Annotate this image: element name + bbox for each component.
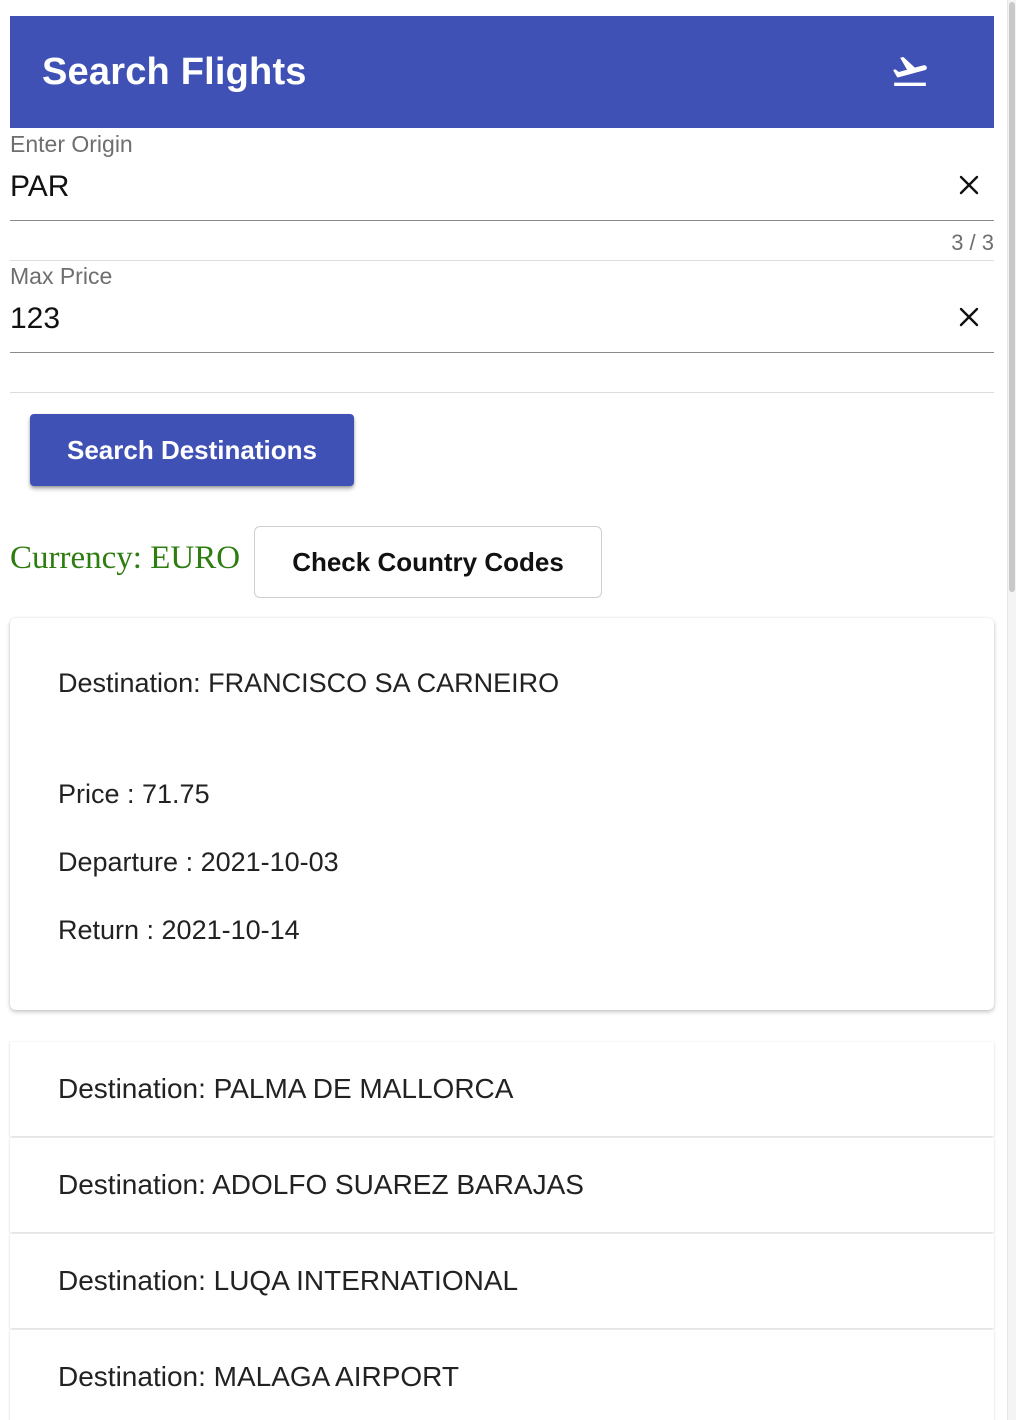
price-field: Max Price	[10, 262, 994, 353]
list-item[interactable]: Destination: LUQA INTERNATIONAL	[10, 1234, 994, 1328]
results-list: Destination: PALMA DE MALLORCA Destinati…	[10, 1042, 994, 1420]
expanded-result-card[interactable]: Destination: FRANCISCO SA CARNEIRO Price…	[10, 618, 994, 1010]
result-return: Return : 2021-10-14	[58, 915, 300, 945]
price-divider	[10, 392, 994, 393]
origin-divider	[10, 260, 994, 261]
scrollbar-thumb[interactable]	[1009, 2, 1015, 592]
currency-label: Currency: EURO	[10, 540, 241, 576]
app-bar: Search Flights	[10, 16, 994, 128]
list-item[interactable]: Destination: ADOLFO SUAREZ BARAJAS	[10, 1138, 994, 1232]
origin-field: Enter Origin 3 / 3	[10, 130, 994, 255]
origin-input-row	[10, 158, 994, 221]
price-input-row	[10, 290, 994, 353]
check-country-codes-button[interactable]: Check Country Codes	[254, 526, 602, 598]
origin-char-counter: 3 / 3	[951, 230, 994, 255]
origin-input[interactable]	[10, 165, 910, 209]
origin-label: Enter Origin	[10, 131, 133, 157]
clear-origin-button[interactable]	[954, 170, 984, 200]
close-icon	[959, 175, 979, 195]
price-input[interactable]	[10, 297, 910, 341]
search-destinations-button[interactable]: Search Destinations	[30, 414, 354, 486]
flight-takeoff-icon[interactable]	[888, 51, 932, 91]
list-item[interactable]: Destination: PALMA DE MALLORCA	[10, 1042, 994, 1136]
scrollbar[interactable]	[1007, 0, 1016, 1420]
result-departure: Departure : 2021-10-03	[58, 847, 339, 877]
close-icon	[959, 307, 979, 327]
list-item[interactable]: Destination: MALAGA AIRPORT	[10, 1330, 994, 1420]
result-price: Price : 71.75	[58, 779, 210, 809]
page: Search Flights Enter Origin 3 / 3 Max Pr…	[0, 0, 1016, 1420]
clear-price-button[interactable]	[954, 302, 984, 332]
page-title: Search Flights	[42, 50, 307, 93]
result-destination: Destination: FRANCISCO SA CARNEIRO	[58, 668, 560, 698]
price-label: Max Price	[10, 263, 113, 289]
